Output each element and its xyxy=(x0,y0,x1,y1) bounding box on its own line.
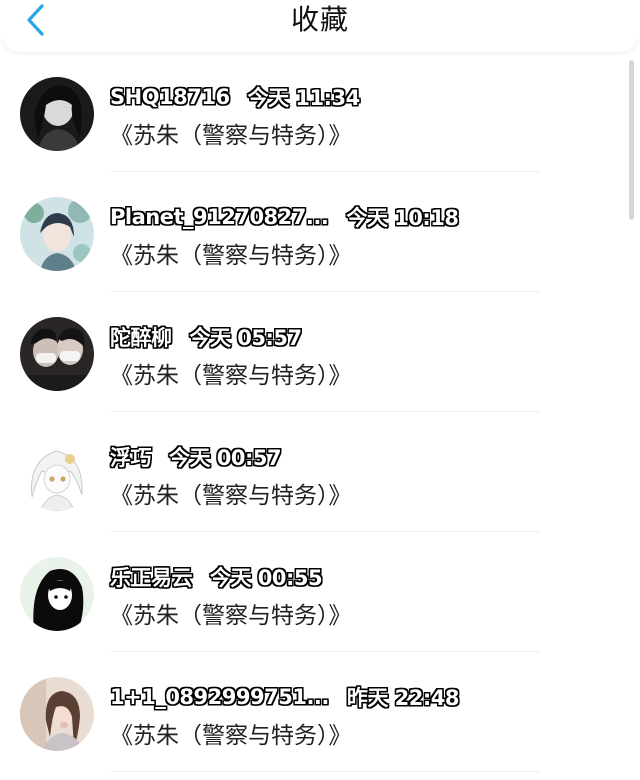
list-item[interactable]: Planet_91270827... 今天 10:18 《苏朱（警察与特务）》 xyxy=(0,172,640,292)
item-meta: 1+1_0892999751... 昨天 22:48 xyxy=(110,682,460,712)
timestamp: 今天 00:57 xyxy=(169,446,282,470)
work-title[interactable]: 《苏朱（警察与特务）》 xyxy=(110,116,352,150)
top-bar: 收藏 xyxy=(0,0,640,52)
avatar[interactable] xyxy=(20,77,94,151)
list-item[interactable]: 1+1_0892999751... 昨天 22:48 《苏朱（警察与特务）》 xyxy=(0,652,640,772)
list-item[interactable]: SHQ18716 今天 11:34 《苏朱（警察与特务）》 xyxy=(0,52,640,172)
avatar-dark-portrait-image xyxy=(20,77,94,151)
list-item[interactable]: 乐正易云 今天 00:55 《苏朱（警察与特务）》 xyxy=(0,532,640,652)
username[interactable]: Planet_91270827... xyxy=(110,205,329,229)
work-title[interactable]: 《苏朱（警察与特务）》 xyxy=(110,716,352,750)
username[interactable]: SHQ18716 xyxy=(110,85,230,109)
work-title[interactable]: 《苏朱（警察与特务）》 xyxy=(110,356,352,390)
avatar-illustrated-portrait-image xyxy=(20,197,94,271)
avatar-girl-photo-image xyxy=(20,677,94,751)
list-item[interactable]: 浮巧 今天 00:57 《苏朱（警察与特务）》 xyxy=(0,412,640,532)
item-meta: Planet_91270827... 今天 10:18 xyxy=(110,202,459,232)
avatar[interactable] xyxy=(20,677,94,751)
item-meta: 陀醉柳 今天 05:57 xyxy=(110,322,302,352)
avatar[interactable] xyxy=(20,197,94,271)
username[interactable]: 浮巧 xyxy=(110,442,152,472)
avatar-anime-white-hair-image xyxy=(20,437,94,511)
timestamp: 今天 05:57 xyxy=(189,326,303,350)
avatar[interactable] xyxy=(20,317,94,391)
username[interactable]: 乐正易云 xyxy=(110,562,193,592)
avatar-masked-couple-image xyxy=(20,317,94,391)
item-meta: 乐正易云 今天 00:55 xyxy=(110,562,323,592)
avatar-anime-black-hair-image xyxy=(20,557,94,631)
timestamp: 今天 10:18 xyxy=(346,206,459,230)
favorites-list[interactable]: SHQ18716 今天 11:34 《苏朱（警察与特务）》 Planet_912… xyxy=(0,52,640,780)
item-meta: 浮巧 今天 00:57 xyxy=(110,442,282,472)
item-meta: SHQ18716 今天 11:34 xyxy=(110,82,360,112)
work-title[interactable]: 《苏朱（警察与特务）》 xyxy=(110,236,352,270)
username[interactable]: 1+1_0892999751... xyxy=(110,685,329,709)
scrollbar[interactable] xyxy=(629,60,634,220)
timestamp: 昨天 22:48 xyxy=(346,686,460,710)
avatar[interactable] xyxy=(20,437,94,511)
avatar[interactable] xyxy=(20,557,94,631)
work-title[interactable]: 《苏朱（警察与特务）》 xyxy=(110,476,352,510)
divider xyxy=(110,771,540,772)
work-title[interactable]: 《苏朱（警察与特务）》 xyxy=(110,596,352,630)
timestamp: 今天 11:34 xyxy=(247,86,361,110)
username[interactable]: 陀醉柳 xyxy=(110,322,172,352)
timestamp: 今天 00:55 xyxy=(210,566,323,590)
list-item[interactable]: 陀醉柳 今天 05:57 《苏朱（警察与特务）》 xyxy=(0,292,640,412)
page-title: 收藏 xyxy=(290,3,349,36)
